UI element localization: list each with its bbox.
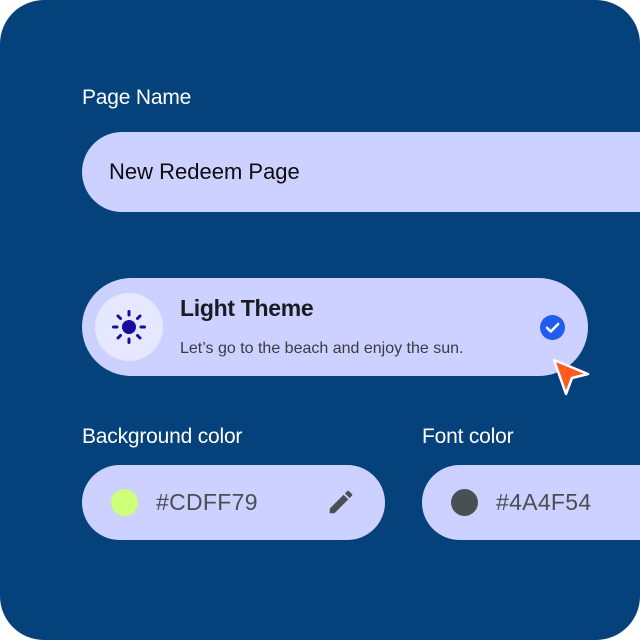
background-color-field[interactable]: #CDFF79 [82, 465, 385, 540]
background-color-value: #CDFF79 [156, 489, 258, 515]
theme-description: Let’s go to the beach and enjoy the sun. [180, 340, 464, 357]
font-color-label: Font color [422, 425, 514, 448]
settings-card: Page Name Light Theme Let’s go to the be… [0, 0, 640, 640]
cursor-pointer-icon [552, 358, 590, 396]
theme-title: Light Theme [180, 295, 314, 321]
font-color-value: #4A4F54 [496, 489, 592, 515]
sun-icon [112, 310, 146, 344]
theme-icon-container [95, 293, 163, 361]
check-circle-icon [540, 315, 565, 340]
page-name-label: Page Name [82, 86, 192, 109]
background-color-label: Background color [82, 425, 243, 448]
background-color-swatch [111, 489, 138, 516]
font-color-swatch [451, 489, 478, 516]
page-name-input[interactable] [82, 132, 640, 212]
font-color-field[interactable]: #4A4F54 [422, 465, 640, 540]
pencil-icon[interactable] [326, 487, 356, 517]
theme-option-light[interactable]: Light Theme Let’s go to the beach and en… [82, 278, 588, 376]
